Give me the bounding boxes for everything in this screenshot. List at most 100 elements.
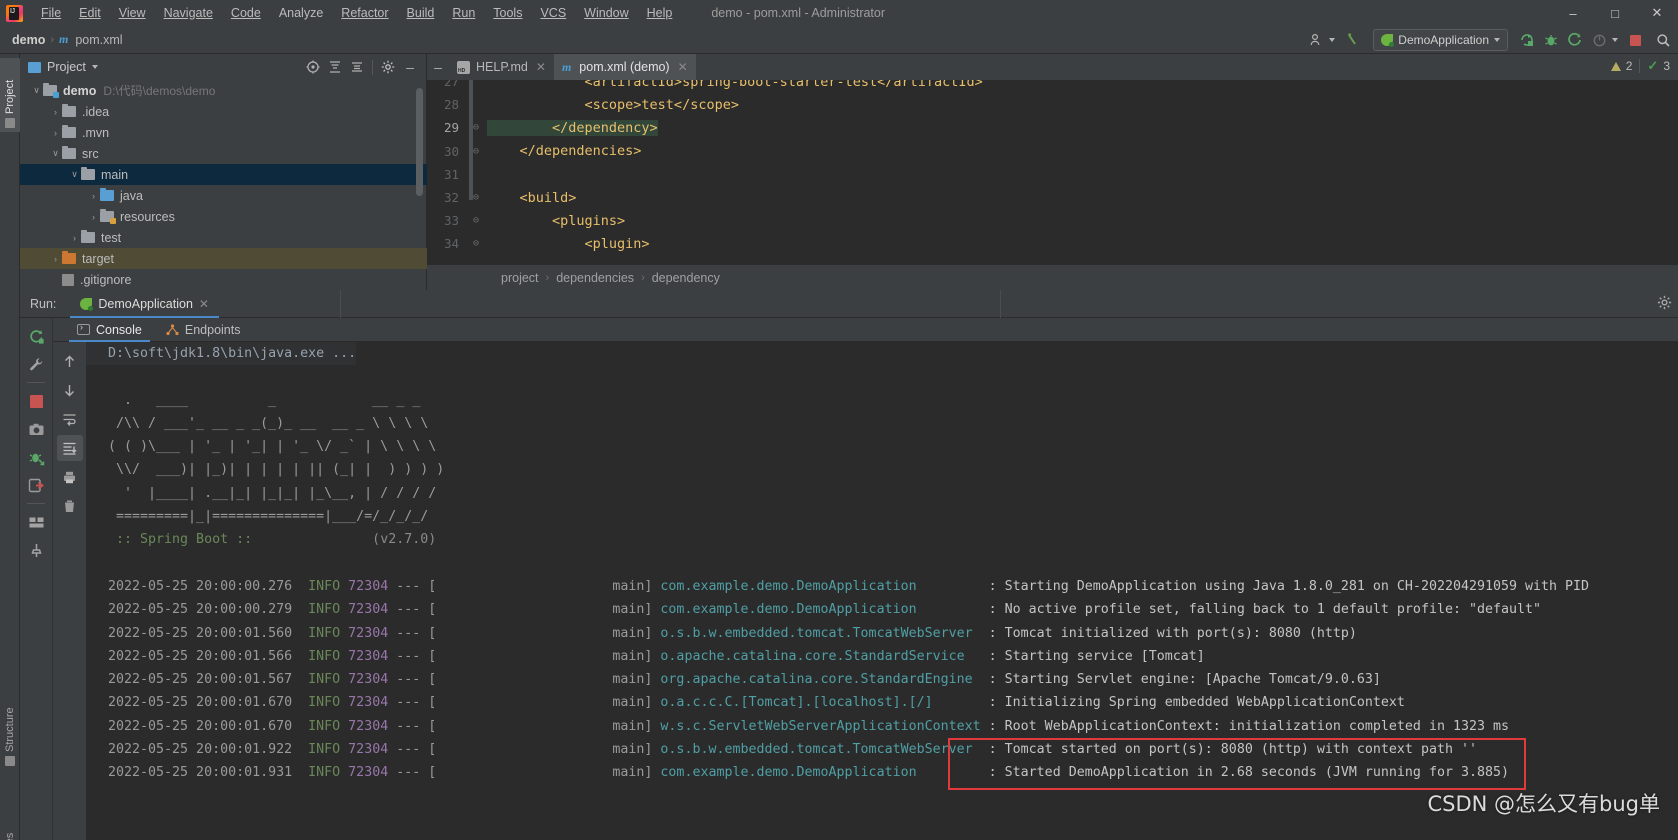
settings-gear-icon[interactable]	[378, 57, 398, 77]
maximize-icon[interactable]: □	[1594, 0, 1636, 26]
code-fold-icon[interactable]: ⊖	[465, 215, 487, 226]
sidebar-tab-structure[interactable]: Structure	[0, 684, 20, 770]
project-tree[interactable]: ∨ demo D:\代码\demos\demo › .idea › .mvn ∨ src ∨ mai…	[20, 80, 427, 290]
menu-edit[interactable]: Edit	[70, 3, 110, 24]
user-profile-icon[interactable]	[1305, 29, 1327, 51]
chevron-right-icon[interactable]: ›	[87, 191, 100, 201]
chevron-right-icon[interactable]: ›	[49, 254, 62, 264]
chevron-right-icon[interactable]: ›	[68, 233, 81, 243]
settings-gear-icon[interactable]	[1657, 295, 1672, 315]
camera-snapshot-icon[interactable]	[23, 416, 49, 442]
print-icon[interactable]	[57, 464, 83, 490]
run-with-coverage-icon[interactable]	[1564, 29, 1586, 51]
code-line[interactable]: 29 ⊖ </dependency>	[427, 116, 1678, 139]
menu-run[interactable]: Run	[443, 3, 484, 24]
expand-all-icon[interactable]	[325, 57, 345, 77]
profiler-dropdown-icon[interactable]	[1612, 38, 1618, 42]
tree-node-dot-mvn[interactable]: › .mvn	[20, 122, 427, 143]
rerun-icon[interactable]	[23, 323, 49, 349]
code-line[interactable]: 28 <scope>test</scope>	[427, 93, 1678, 116]
trash-icon[interactable]	[57, 493, 83, 519]
tree-node-demo[interactable]: ∨ demo D:\代码\demos\demo	[20, 80, 427, 101]
pin-icon[interactable]	[23, 537, 49, 563]
code-line[interactable]: 32 ⊖ <build>	[427, 186, 1678, 209]
search-everywhere-icon[interactable]	[1652, 29, 1674, 51]
editor-tab-pom-xml[interactable]: m pom.xml (demo) ✕	[553, 54, 696, 80]
run-configuration-selector[interactable]: DemoApplication	[1373, 29, 1508, 51]
inspection-widget[interactable]: 2 ✓ 3	[1610, 58, 1670, 74]
menu-file[interactable]: File	[32, 3, 70, 24]
tree-node-main[interactable]: ∨ main	[20, 164, 427, 185]
tree-node-test[interactable]: › test	[20, 227, 427, 248]
layout-icon[interactable]	[23, 509, 49, 535]
chevron-right-icon[interactable]: ›	[49, 107, 62, 117]
run-icon[interactable]	[1516, 29, 1538, 51]
chevron-down-icon[interactable]	[91, 65, 98, 69]
code-line[interactable]: 27 <artifactId>spring-boot-starter-test<…	[427, 80, 1678, 93]
breadcrumb-dependencies[interactable]: dependencies	[556, 271, 634, 285]
tab-endpoints[interactable]: Endpoints	[154, 318, 253, 342]
menu-refactor[interactable]: Refactor	[332, 3, 397, 24]
menu-code[interactable]: Code	[222, 3, 270, 24]
code-line[interactable]: 30 ⊖ </dependencies>	[427, 140, 1678, 163]
code-line[interactable]: 33 ⊖ <plugins>	[427, 209, 1678, 232]
menu-navigate[interactable]: Navigate	[155, 3, 222, 24]
close-icon[interactable]: ✕	[536, 60, 546, 74]
chevron-down-icon[interactable]: ∨	[49, 148, 62, 159]
minimize-icon[interactable]: –	[1552, 0, 1594, 26]
tree-node-dot-gitignore[interactable]: .gitignore	[20, 269, 427, 290]
sidebar-tab-project[interactable]: Project	[0, 58, 20, 132]
exit-icon[interactable]	[23, 472, 49, 498]
collapse-panel-icon[interactable]: –	[427, 54, 449, 80]
console-output[interactable]: D:\soft\jdk1.8\bin\java.exe ... . ____ _…	[86, 342, 1678, 840]
close-icon[interactable]: ✕	[199, 297, 209, 311]
tree-node-dot-idea[interactable]: › .idea	[20, 101, 427, 122]
code-editor[interactable]: 27 <artifactId>spring-boot-starter-test<…	[427, 80, 1678, 265]
collapse-all-icon[interactable]	[347, 57, 367, 77]
code-line[interactable]: 34 ⊖ <plugin>	[427, 232, 1678, 255]
chevron-down-icon[interactable]: ∨	[30, 85, 43, 96]
tree-node-target[interactable]: › target	[20, 248, 427, 269]
close-icon[interactable]: ✕	[1636, 0, 1678, 26]
menu-build[interactable]: Build	[398, 3, 444, 24]
editor-tab-help-md[interactable]: HELP.md ✕	[449, 54, 554, 80]
breadcrumb-file[interactable]: pom.xml	[75, 33, 122, 47]
close-icon[interactable]: ✕	[678, 60, 688, 74]
menu-vcs[interactable]: VCS	[531, 3, 575, 24]
debug-icon[interactable]	[1540, 29, 1562, 51]
stop-icon[interactable]	[23, 388, 49, 414]
code-fold-icon[interactable]: ⊖	[465, 238, 487, 249]
stop-icon[interactable]	[1624, 29, 1646, 51]
tree-node-java[interactable]: › java	[20, 185, 427, 206]
wrench-settings-icon[interactable]	[23, 351, 49, 377]
code-line[interactable]: 31	[427, 163, 1678, 186]
chevron-right-icon[interactable]: ›	[87, 212, 100, 222]
tab-console[interactable]: Console	[65, 318, 154, 342]
breadcrumb-dependency[interactable]: dependency	[652, 271, 720, 285]
soft-wrap-icon[interactable]	[57, 406, 83, 432]
user-profile-dropdown-icon[interactable]	[1329, 38, 1336, 42]
tree-node-resources[interactable]: › resources	[20, 206, 427, 227]
breadcrumb-project[interactable]: project	[501, 271, 539, 285]
menu-view[interactable]: View	[110, 3, 155, 24]
sidebar-tab-favorites[interactable]: Favorites	[0, 794, 20, 840]
project-tree-scrollbar[interactable]	[416, 88, 423, 196]
build-hammer-icon[interactable]	[1343, 29, 1365, 51]
hide-panel-icon[interactable]: –	[400, 57, 420, 77]
scroll-down-icon[interactable]	[57, 377, 83, 403]
profiler-icon[interactable]	[1588, 29, 1610, 51]
chevron-right-icon[interactable]: ›	[49, 128, 62, 138]
menu-analyze[interactable]: Analyze	[270, 3, 332, 24]
tree-node-src[interactable]: ∨ src	[20, 143, 427, 164]
breadcrumb-project[interactable]: demo	[12, 33, 45, 47]
run-tab-demoapplication[interactable]: DemoApplication ✕	[70, 290, 219, 318]
debug-thread-dump-icon[interactable]	[23, 444, 49, 470]
chevron-down-icon[interactable]: ∨	[68, 169, 81, 180]
scroll-to-end-icon[interactable]	[56, 435, 83, 461]
menu-help[interactable]: Help	[638, 3, 682, 24]
locate-target-icon[interactable]	[303, 57, 323, 77]
menu-window[interactable]: Window	[575, 3, 637, 24]
menu-tools[interactable]: Tools	[484, 3, 531, 24]
scroll-up-icon[interactable]	[57, 348, 83, 374]
editor-scrollbar[interactable]	[469, 80, 473, 200]
